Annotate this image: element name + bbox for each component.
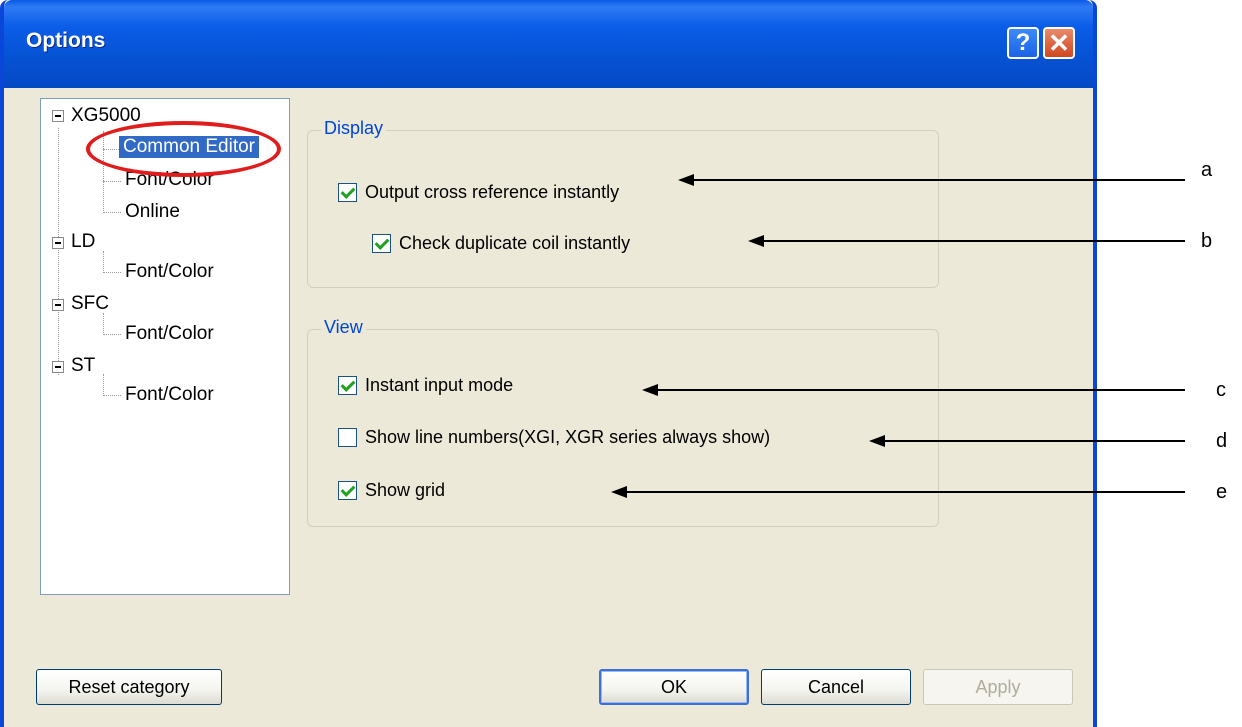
cancel-button[interactable]: Cancel [761,669,911,705]
close-icon: ✕ [1048,27,1070,58]
reset-category-button[interactable]: Reset category [36,669,222,705]
output-cross-reference-option[interactable]: Output cross reference instantly [338,182,619,203]
show-line-numbers-checkbox[interactable] [338,428,357,447]
apply-button: Apply [923,669,1073,705]
display-group [307,130,939,288]
annotation-line-a [692,179,1185,181]
tree-connector [103,251,104,273]
annotation-line-e [625,491,1185,493]
tree-node-font-color[interactable]: Font/Color [125,324,214,344]
tree-node-sfc[interactable]: SFC [71,294,109,314]
show-grid-option[interactable]: Show grid [338,480,445,501]
help-button[interactable]: ? [1007,27,1039,59]
check-duplicate-coil-option[interactable]: Check duplicate coil instantly [372,233,630,254]
tree-connector [103,395,121,396]
arrow-icon [748,235,764,247]
tree-node-xg5000[interactable]: XG5000 [71,106,141,126]
annotation-label-b: b [1201,230,1213,252]
arrow-icon [869,435,885,447]
tree-node-st[interactable]: ST [71,356,95,376]
tree-connector [103,334,121,335]
display-legend: Display [321,118,387,139]
tree-node-font-color[interactable]: Font/Color [125,385,214,405]
window-title: Options [26,29,106,52]
arrow-icon [642,384,658,396]
tree-connector [103,181,121,182]
annotation-line-b [762,240,1185,242]
collapse-icon[interactable] [52,361,64,373]
tree-connector [103,313,104,335]
show-grid-checkbox[interactable] [338,481,357,500]
instant-input-mode-checkbox[interactable] [338,376,357,395]
ok-button[interactable]: OK [599,669,749,705]
annotation-line-d [883,440,1185,442]
tree-node-ld[interactable]: LD [71,232,95,252]
tree-connector [58,128,59,375]
collapse-icon[interactable] [52,110,64,122]
annotation-label-c: c [1216,379,1226,401]
title-bar[interactable]: Options ? ✕ [4,0,1093,88]
show-grid-label: Show grid [365,480,446,500]
arrow-icon [611,486,627,498]
instant-input-mode-label: Instant input mode [365,375,514,395]
tree-connector [103,212,121,213]
check-duplicate-coil-label: Check duplicate coil instantly [399,233,631,253]
annotation-label-a: a [1201,159,1213,181]
annotation-label-e: e [1216,481,1228,503]
close-button[interactable]: ✕ [1043,27,1075,59]
check-duplicate-coil-checkbox[interactable] [372,234,391,253]
tree-connector [103,272,121,273]
help-icon: ? [1015,29,1031,56]
tree-node-online[interactable]: Online [125,202,180,222]
show-line-numbers-label: Show line numbers(XGI, XGR series always… [365,427,771,447]
collapse-icon[interactable] [52,237,64,249]
collapse-icon[interactable] [52,299,64,311]
highlight-ellipse [86,121,281,177]
annotation-label-d: d [1216,430,1228,452]
output-cross-reference-checkbox[interactable] [338,183,357,202]
tree-node-font-color[interactable]: Font/Color [125,262,214,282]
tree-connector [103,374,104,396]
instant-input-mode-option[interactable]: Instant input mode [338,375,513,396]
options-dialog: Options ? ✕ XG5000 Common Editor Font/Co… [0,0,1097,727]
show-line-numbers-option[interactable]: Show line numbers(XGI, XGR series always… [338,427,770,448]
view-legend: View [321,317,366,338]
arrow-icon [678,174,694,186]
output-cross-reference-label: Output cross reference instantly [365,182,620,202]
annotation-line-c [656,389,1185,391]
